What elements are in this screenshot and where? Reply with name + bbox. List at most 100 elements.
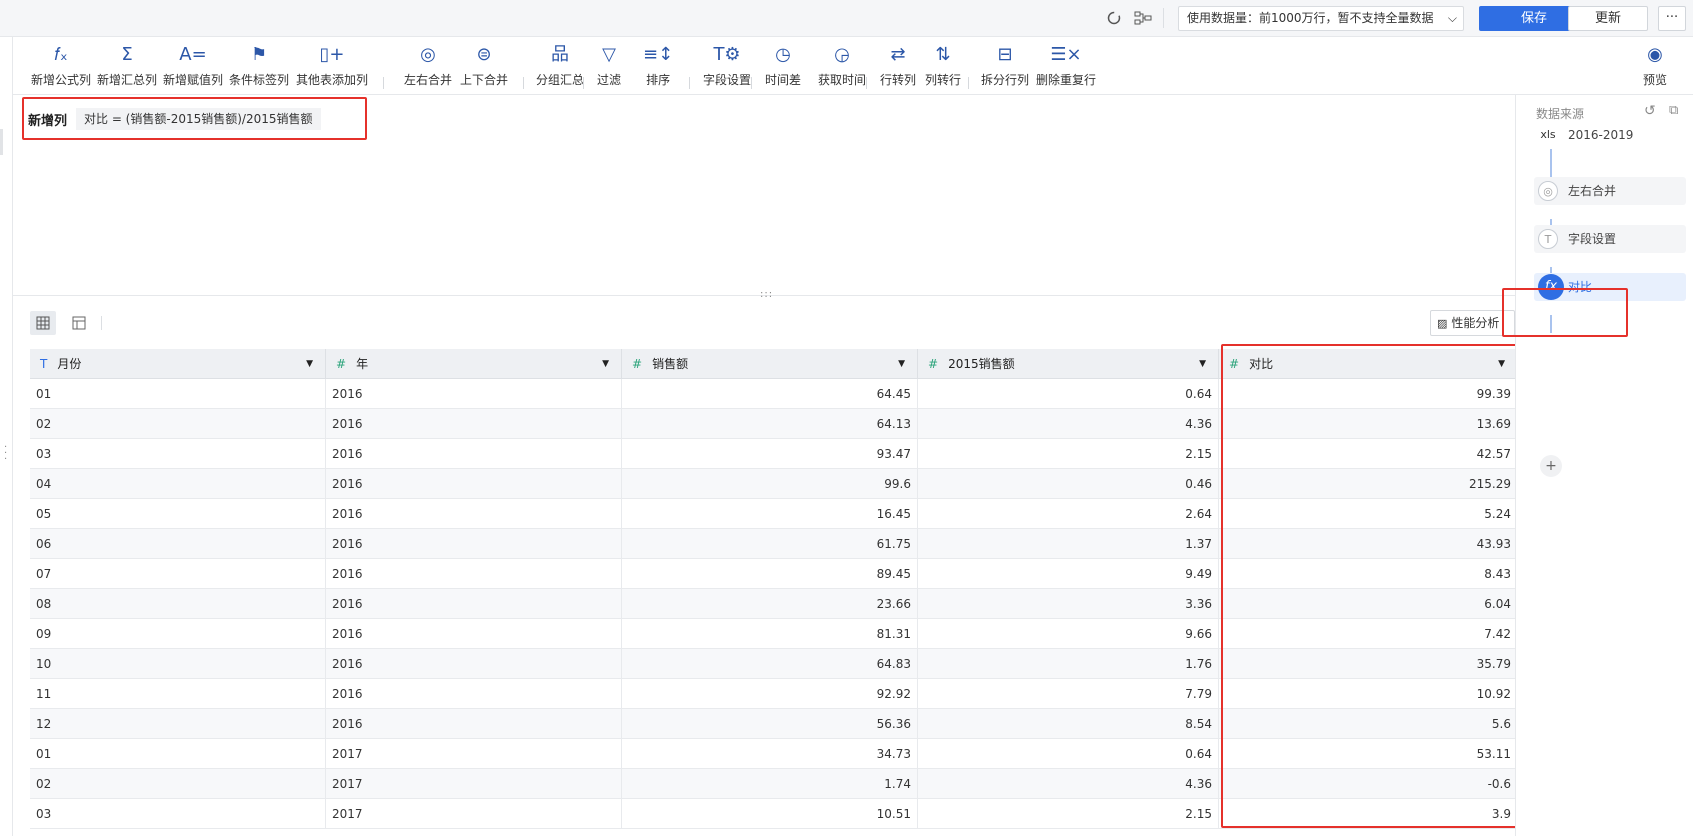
table-row[interactable]: 12 2016 56.36 8.54 5.6 [30, 709, 1518, 739]
table-cell: 1.76 [918, 649, 1219, 679]
formula-expression[interactable]: 对比 = (销售额-2015销售额)/2015销售额 [76, 108, 321, 130]
resize-handle-icon[interactable]: ::: [760, 289, 773, 300]
column-menu-icon[interactable]: ▼ [306, 349, 313, 379]
tool-filter[interactable]: ▽ 过滤 [597, 43, 621, 88]
toolbar-divider [523, 77, 524, 89]
grid-icon [36, 316, 50, 330]
tool-col-to-row[interactable]: ⇅ 列转行 [925, 43, 961, 88]
flow-step[interactable]: xls 2016-2019 [1534, 121, 1686, 149]
table-row[interactable]: 04 2016 99.6 0.46 215.29 [30, 469, 1518, 499]
table-header: T 月份 ▼ # 年 ▼ # 销售额 ▼ #2015销售额 ▼ # 对比 ▼ [30, 349, 1518, 379]
update-button[interactable]: 更新 [1568, 6, 1648, 31]
fx-icon: 𝑓ₓ [54, 44, 68, 65]
table-cell: 10 [30, 649, 326, 679]
left-strip: · · · [0, 37, 13, 836]
add-step-button[interactable]: + [1540, 455, 1562, 477]
column-menu-icon[interactable]: ▼ [1199, 349, 1206, 379]
collapse-handle-icon[interactable]: · · · [4, 443, 7, 465]
column-name: 年 [356, 357, 369, 371]
tool-dedupe[interactable]: ☰× 删除重复行 [1036, 43, 1096, 88]
row-to-col-icon: ⇄ [890, 44, 906, 65]
table-cell: 2016 [326, 619, 622, 649]
list-view-toggle[interactable] [66, 311, 92, 335]
grid-view-toggle[interactable] [30, 311, 56, 335]
table-row[interactable]: 01 2016 64.45 0.64 99.39 [30, 379, 1518, 409]
dedupe-icon: ☰× [1050, 44, 1082, 65]
tool-time-diff[interactable]: ◷ 时间差 [765, 43, 801, 88]
table-row[interactable]: 10 2016 64.83 1.76 35.79 [30, 649, 1518, 679]
table-row[interactable]: 02 2017 1.74 4.36 -0.6 [30, 769, 1518, 799]
table-row[interactable]: 11 2016 92.92 7.79 10.92 [30, 679, 1518, 709]
performance-analysis-button[interactable]: ▨ 性能分析 [1430, 310, 1515, 336]
tool-get-time[interactable]: ◶ 获取时间 [818, 43, 866, 88]
table-cell: 2016 [326, 409, 622, 439]
tool-label: 上下合并 [460, 73, 509, 87]
toolbar-divider [583, 77, 584, 89]
table-cell: 2016 [326, 379, 622, 409]
table-cell: 05 [30, 499, 326, 529]
table-cell: 03 [30, 439, 326, 469]
table-cell: 0.64 [918, 739, 1219, 769]
table-cell: 2016 [326, 559, 622, 589]
column-header[interactable]: #2015销售额 ▼ [918, 349, 1219, 379]
tool-group[interactable]: 品分组汇总 [536, 43, 584, 88]
tool-sigma[interactable]: Σ 新增汇总列 [97, 43, 157, 88]
table-cell: 10.51 [622, 799, 918, 829]
column-header[interactable]: # 对比 ▼ [1219, 349, 1518, 379]
table-cell: 16.45 [622, 499, 918, 529]
expand-icon[interactable]: ⧉ [1669, 103, 1678, 118]
table-cell: 2016 [326, 469, 622, 499]
tool-sort[interactable]: ≡↕ 排序 [643, 43, 673, 88]
more-button[interactable]: ··· [1658, 6, 1686, 31]
column-header[interactable]: # 年 ▼ [326, 349, 622, 379]
column-menu-icon[interactable]: ▼ [602, 349, 609, 379]
table-row[interactable]: 09 2016 81.31 9.66 7.42 [30, 619, 1518, 649]
column-menu-icon[interactable]: ▼ [1498, 349, 1505, 379]
table-row[interactable]: 03 2016 93.47 2.15 42.57 [30, 439, 1518, 469]
tool-preview[interactable]: ◉ 预览 [1643, 43, 1667, 88]
table-row[interactable]: 03 2017 10.51 2.15 3.9 [30, 799, 1518, 829]
flow-step[interactable]: fx 对比 [1534, 273, 1686, 301]
table-cell: 2016 [326, 439, 622, 469]
table-cell: 09 [30, 619, 326, 649]
flow-step[interactable]: ◎ 左右合并 [1534, 177, 1686, 205]
tool-label: 拆分行列 [981, 73, 1030, 87]
history-icon[interactable]: ↺ [1644, 103, 1656, 119]
column-header[interactable]: # 销售额 ▼ [622, 349, 918, 379]
tool-label: 时间差 [765, 73, 802, 87]
table-row[interactable]: 08 2016 23.66 3.36 6.04 [30, 589, 1518, 619]
flow-step[interactable]: T 字段设置 [1534, 225, 1686, 253]
tool-join-ud[interactable]: ⊜ 上下合并 [460, 43, 508, 88]
tool-split-row[interactable]: ⊟ 拆分行列 [981, 43, 1029, 88]
tool-flag[interactable]: ⚑ 条件标签列 [229, 43, 289, 88]
tool-join-lr[interactable]: ◎ 左右合并 [404, 43, 452, 88]
tool-field-settings[interactable]: T⚙ 字段设置 [703, 43, 751, 88]
flow-step-label: 字段设置 [1568, 232, 1617, 246]
table-cell: 01 [30, 739, 326, 769]
column-header[interactable]: T 月份 ▼ [30, 349, 326, 379]
tool-row-to-col[interactable]: ⇄ 行转列 [880, 43, 916, 88]
tool-assign[interactable]: A= 新增赋值列 [163, 43, 223, 88]
table-cell: 99.6 [622, 469, 918, 499]
tool-label: 新增公式列 [31, 73, 92, 87]
table-cell: 2016 [326, 709, 622, 739]
data-size-select[interactable]: 使用数据量：前1000万行，暂不支持全量数据 ⌵ [1178, 6, 1464, 31]
tool-fx[interactable]: 𝑓ₓ 新增公式列 [31, 43, 91, 88]
fx-icon: fx [1538, 274, 1564, 300]
operations-toolbar: 𝑓ₓ 新增公式列 Σ 新增汇总列 A= 新增赋值列 ⚑ 条件标签列 ▯+ 其他表添加列 ◎ 左右合并 ⊜… [13, 37, 1693, 95]
xls-icon: xls [1540, 128, 1556, 141]
tool-label: 行转列 [880, 73, 917, 87]
table-cell: 64.13 [622, 409, 918, 439]
column-menu-icon[interactable]: ▼ [898, 349, 905, 379]
table-row[interactable]: 02 2016 64.13 4.36 13.69 [30, 409, 1518, 439]
flow-icon[interactable] [1133, 8, 1153, 28]
view-divider [101, 316, 102, 330]
table-row[interactable]: 06 2016 61.75 1.37 43.93 [30, 529, 1518, 559]
tool-add-column[interactable]: ▯+ 其他表添加列 [296, 43, 368, 88]
toolbar-divider [968, 77, 969, 89]
table-row[interactable]: 01 2017 34.73 0.64 53.11 [30, 739, 1518, 769]
refresh-icon[interactable] [1104, 8, 1124, 28]
table-row[interactable]: 07 2016 89.45 9.49 8.43 [30, 559, 1518, 589]
table-row[interactable]: 05 2016 16.45 2.64 5.24 [30, 499, 1518, 529]
tool-label: 排序 [646, 73, 671, 87]
